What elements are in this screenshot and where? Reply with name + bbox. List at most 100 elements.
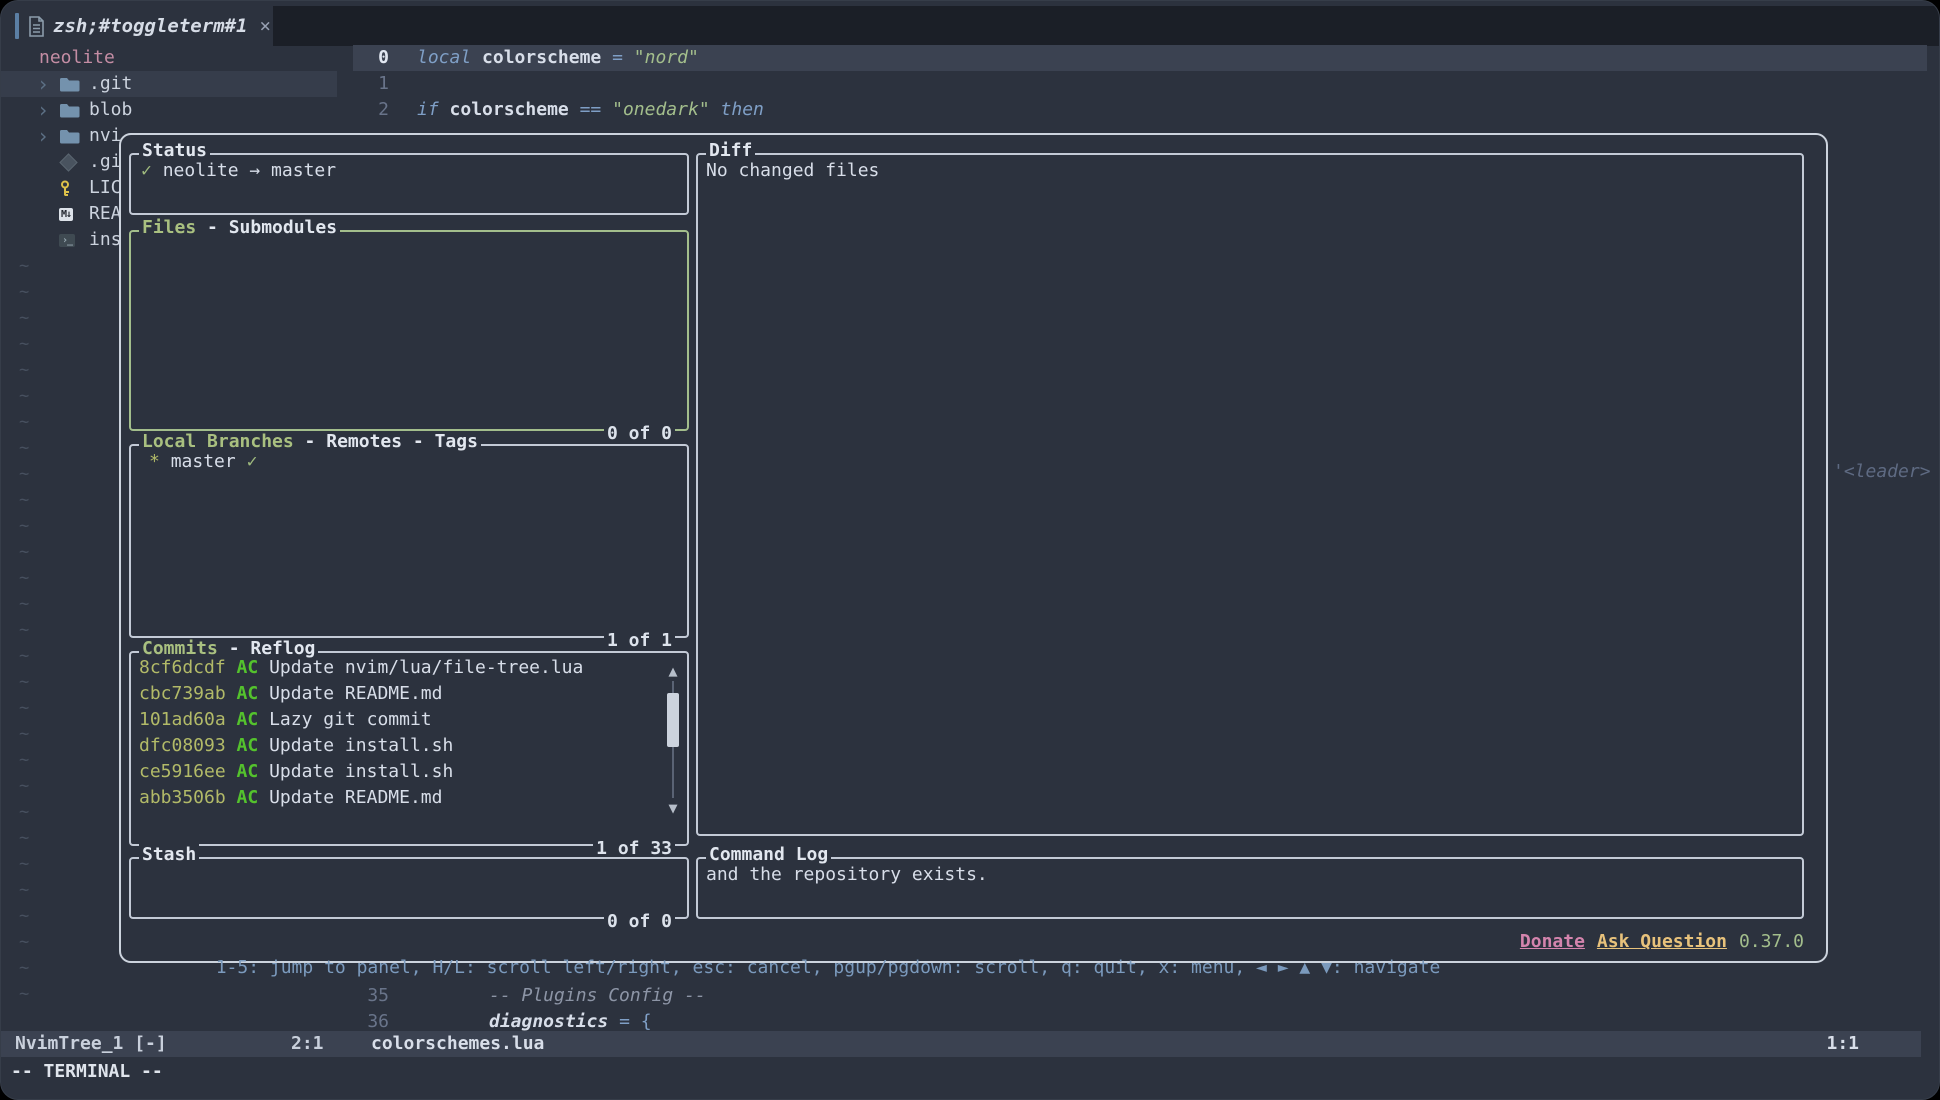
chevron-right-icon[interactable]: › — [37, 123, 59, 149]
code-token — [439, 99, 450, 120]
commit-list: 8cf6dcdf AC Update nvim/lua/file-tree.lu… — [131, 653, 687, 811]
panel-status-title: Status — [139, 140, 210, 161]
line-number: 35 — [353, 983, 389, 1009]
code-line[interactable]: 35 -- Plugins Config -- — [353, 983, 1939, 1009]
panel-branches-title: Local Branches - Remotes - Tags — [139, 431, 481, 452]
code-fragment-leader: '<leader> — [1833, 459, 1931, 485]
license-key-icon — [59, 180, 89, 197]
panel-files[interactable]: Files - Submodules 0 of 0 — [129, 230, 689, 431]
spacer — [258, 709, 269, 730]
code-token — [601, 47, 612, 68]
spacer — [226, 761, 237, 782]
spacer — [258, 735, 269, 756]
statusline-cursor-position: 1:1 — [1826, 1031, 1859, 1057]
line-number: 1 — [353, 71, 389, 97]
command-log-content: and the repository exists. — [698, 859, 1802, 891]
branch-star-marker: * — [149, 451, 160, 472]
donate-link[interactable]: Donate — [1520, 931, 1585, 952]
lazygit-float-window: Status ✓ neolite → master Files - Submod… — [119, 133, 1828, 963]
chevron-right-icon[interactable]: › — [37, 71, 59, 97]
tree-item-label: REA — [89, 201, 122, 227]
code-token: { — [641, 1011, 652, 1032]
code-text: -- Plugins Config -- — [489, 985, 706, 1006]
commit-author: AC — [237, 761, 259, 782]
tree-item-blob[interactable]: ›blob — [1, 97, 353, 123]
folder-icon — [59, 103, 89, 118]
panel-stash[interactable]: Stash 0 of 0 — [129, 857, 689, 919]
spacer — [226, 735, 237, 756]
code-token: local — [417, 47, 471, 68]
terminal-script-icon: ›_ — [59, 234, 89, 247]
code-text: if colorscheme == "onedark" then — [417, 99, 764, 120]
spacer — [258, 683, 269, 704]
code-token — [601, 99, 612, 120]
panel-diff-title: Diff — [706, 140, 755, 161]
check-icon: ✓ — [247, 451, 258, 472]
tree-item-label: ins — [89, 227, 122, 253]
git-file-icon — [59, 156, 89, 169]
commit-message: Update install.sh — [269, 761, 453, 782]
tree-item-label: .gi — [89, 149, 122, 175]
status-branch-row[interactable]: ✓ neolite → master — [131, 155, 687, 187]
code-token: = — [612, 47, 623, 68]
diff-content: No changed files — [698, 155, 1802, 187]
code-token: "onedark" — [612, 99, 710, 120]
branches-count: 1 of 1 — [604, 630, 675, 651]
code-token — [623, 47, 634, 68]
code-text: diagnostics = { — [489, 1011, 652, 1032]
spacer — [258, 787, 269, 808]
commit-row[interactable]: ce5916ee AC Update install.sh — [139, 759, 657, 785]
ask-question-link[interactable]: Ask Question — [1597, 931, 1727, 952]
commit-hash: 8cf6dcdf — [139, 657, 226, 678]
scroll-down-icon[interactable]: ▼ — [664, 800, 682, 816]
code-line[interactable]: 2if colorscheme == "onedark" then — [353, 97, 1939, 123]
markdown-icon: M↓ — [59, 208, 89, 221]
commit-row[interactable]: abb3506b AC Update README.md — [139, 785, 657, 811]
chevron-right-icon[interactable]: › — [37, 97, 59, 123]
code-token — [710, 99, 721, 120]
commit-hash: 101ad60a — [139, 709, 226, 730]
code-buffer-top: 0local colorscheme = "nord"12if colorsch… — [353, 45, 1939, 123]
line-number: 0 — [353, 45, 389, 71]
tab-accent-bar — [15, 13, 19, 39]
panel-branches[interactable]: Local Branches - Remotes - Tags * master… — [129, 444, 689, 638]
code-buffer-bottom: 35-- Plugins Config --36diagnostics = { — [353, 983, 1939, 1035]
screen: zsh;#toggleterm#1 × 0local colorscheme =… — [0, 0, 1940, 1100]
commit-author: AC — [237, 787, 259, 808]
commit-message: Update README.md — [269, 683, 442, 704]
statusline-buffer-name: NvimTree_1 [-] — [15, 1031, 167, 1057]
document-icon — [28, 16, 45, 37]
statusline-tree-position: 2:1 — [291, 1031, 324, 1057]
scrollbar-thumb[interactable] — [667, 693, 679, 747]
commit-row[interactable]: 101ad60a AC Lazy git commit — [139, 707, 657, 733]
commit-row[interactable]: cbc739ab AC Update README.md — [139, 681, 657, 707]
commit-message: Lazy git commit — [269, 709, 432, 730]
panel-status[interactable]: Status ✓ neolite → master — [129, 153, 689, 215]
spacer — [226, 787, 237, 808]
spacer — [226, 683, 237, 704]
code-line[interactable]: 1 — [353, 71, 1939, 97]
statusline-filename: colorschemes.lua — [371, 1031, 544, 1057]
commits-scrollbar[interactable]: ▲ ▼ — [664, 661, 682, 818]
tab-close-icon[interactable]: × — [259, 15, 270, 37]
commit-message: Update nvim/lua/file-tree.lua — [269, 657, 583, 678]
code-token — [569, 99, 580, 120]
spacer — [226, 709, 237, 730]
commit-hash: abb3506b — [139, 787, 226, 808]
spacer — [258, 657, 269, 678]
tree-item-git[interactable]: ›.git — [1, 71, 337, 97]
tree-root-label[interactable]: neolite — [1, 45, 353, 71]
commit-row[interactable]: dfc08093 AC Update install.sh — [139, 733, 657, 759]
tab-toggleterm[interactable]: zsh;#toggleterm#1 × — [15, 6, 273, 46]
tabline-background — [273, 6, 1939, 46]
panel-commits[interactable]: Commits - Reflog 8cf6dcdf AC Update nvim… — [129, 651, 689, 846]
scroll-up-icon[interactable]: ▲ — [664, 663, 682, 679]
panel-diff[interactable]: Diff No changed files — [696, 153, 1804, 836]
code-token: "nord" — [634, 47, 699, 68]
panel-command-log[interactable]: Command Log and the repository exists. — [696, 857, 1804, 919]
code-line[interactable]: 0local colorscheme = "nord" — [353, 45, 1927, 71]
commit-author: AC — [237, 683, 259, 704]
panel-commits-title: Commits - Reflog — [139, 638, 318, 659]
lazygit-links: DonateAsk Question0.37.0 — [1520, 929, 1804, 955]
commit-author: AC — [237, 657, 259, 678]
